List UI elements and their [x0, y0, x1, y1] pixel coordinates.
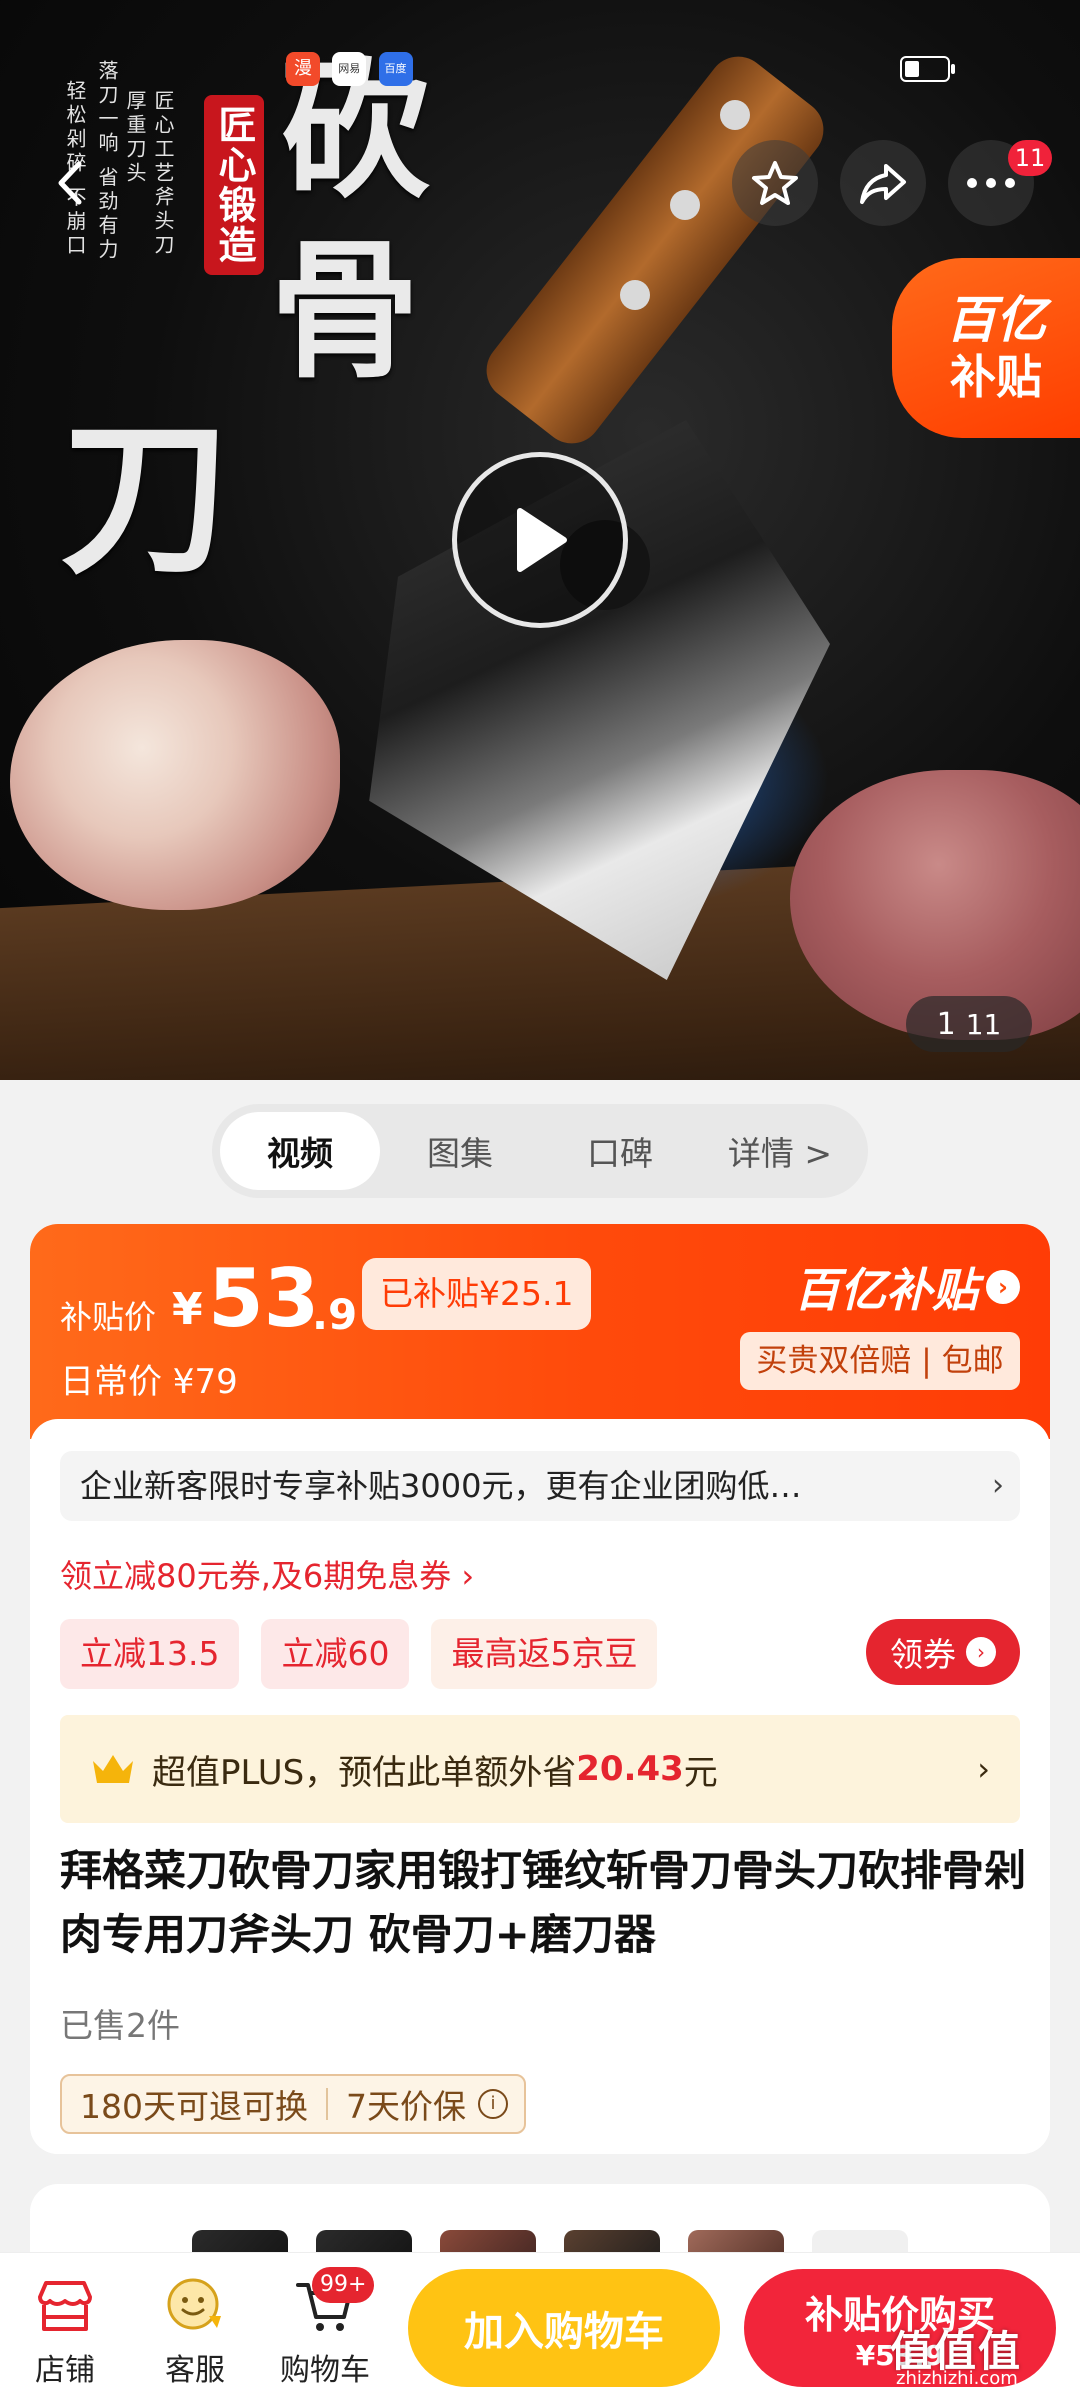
calligraphy-char: 刀	[60, 398, 231, 598]
app-notification-icon: 百度	[378, 52, 413, 86]
tab-reviews[interactable]: 口碑	[540, 1112, 700, 1190]
image-counter: 1 11	[906, 996, 1032, 1052]
get-coupon-button[interactable]: 领券 ›	[866, 1619, 1020, 1685]
price-decimal: .9	[312, 1290, 358, 1339]
service-return: 180天可退可换	[80, 2087, 308, 2126]
coupon-link[interactable]: 领立减80元券,及6期免息券 ›	[60, 1551, 474, 1597]
plus-text-suffix: 元	[683, 1752, 718, 1793]
discount-chip[interactable]: 立减60	[261, 1619, 410, 1689]
subsidy-tag-line2: 补贴	[950, 350, 1042, 404]
customer-service-label: 客服	[165, 2353, 225, 2388]
chevron-right-icon: ›	[986, 1270, 1020, 1304]
store-label: 店铺	[35, 2353, 95, 2388]
chevron-right-icon: ›	[966, 1637, 996, 1667]
back-button[interactable]	[28, 140, 114, 226]
discount-chips: 立减13.5 立减60 最高返5京豆	[60, 1619, 658, 1689]
star-icon	[752, 161, 798, 205]
sold-count: 已售2件	[60, 2006, 180, 2045]
favorite-button[interactable]	[732, 140, 818, 226]
regular-price: 日常价 ¥79	[60, 1362, 238, 1402]
product-title: 拜格菜刀砍骨刀家用锻打锤纹斩骨刀骨头刀砍排骨剁肉专用刀斧头刀 砍骨刀+磨刀器	[60, 1846, 1027, 1959]
knife-handle	[474, 44, 836, 456]
customer-service-button[interactable]: 客服	[140, 2271, 250, 2389]
meat-left	[10, 640, 340, 910]
subsidy-logo-text: 百亿补贴	[794, 1263, 978, 1317]
media-tabs: 视频 图集 口碑 详情 >	[212, 1104, 868, 1198]
discount-chip[interactable]: 立减13.5	[60, 1619, 240, 1689]
service-price-protect: 7天价保	[346, 2087, 466, 2126]
subsidy-price-label: 补贴价	[60, 1298, 157, 1336]
calligraphy-note: 厚重刀头	[123, 90, 147, 186]
chevron-right-icon: ›	[992, 1468, 1004, 1503]
add-to-cart-button[interactable]: 加入购物车	[408, 2269, 720, 2387]
product-hero-image[interactable]: 砍 骨 刀 匠心锻造 匠心工艺斧头刀 厚重刀头 落刀一响 省劲有力 轻松剁碎 不…	[0, 0, 1080, 1080]
play-icon	[517, 508, 567, 572]
plus-savings-bar[interactable]: 超值PLUS，预估此单额外省 20.43 元 ›	[60, 1715, 1020, 1823]
cart-count-badge: 99+	[312, 2267, 375, 2303]
discount-chip[interactable]: 最高返5京豆	[431, 1619, 658, 1689]
subsidy-tag[interactable]: 百亿 补贴	[892, 258, 1080, 438]
product-page: 砍 骨 刀 匠心锻造 匠心工艺斧头刀 厚重刀头 落刀一响 省劲有力 轻松剁碎 不…	[0, 0, 1080, 2400]
handle-rivet	[620, 280, 650, 310]
tab-gallery[interactable]: 图集	[380, 1112, 540, 1190]
guarantee-badge: 买贵双倍赔 | 包邮	[740, 1332, 1020, 1390]
calligraphy-note: 匠心工艺斧头刀	[151, 90, 175, 258]
image-index: 1	[936, 1006, 956, 1042]
tab-video[interactable]: 视频	[220, 1112, 380, 1190]
plus-amount: 20.43	[576, 1749, 684, 1789]
plus-text-prefix: 超值PLUS，预估此单额外省	[152, 1752, 577, 1793]
enterprise-promo-text: 企业新客限时专享补贴3000元，更有企业团购低…	[80, 1467, 802, 1505]
store-icon	[30, 2271, 100, 2341]
customer-service-icon	[160, 2271, 230, 2341]
store-button[interactable]: 店铺	[10, 2271, 120, 2389]
app-notification-icon: 网易	[332, 52, 367, 86]
subsidy-brand[interactable]: 百亿补贴 › 买贵双倍赔 | 包邮	[740, 1254, 1020, 1390]
tab-details[interactable]: 详情 >	[700, 1112, 860, 1190]
play-video-button[interactable]	[452, 452, 628, 628]
service-guarantees[interactable]: 180天可退可换 7天价保 i	[60, 2074, 526, 2134]
message-count-badge: 11	[1008, 140, 1052, 176]
subsidy-tag-line1: 百亿	[946, 291, 1046, 349]
price-card: 补贴价 ¥ 53 .9 已补贴¥25.1 日常价 ¥79 百亿补贴 › 买贵双倍…	[30, 1224, 1050, 2154]
info-icon: i	[478, 2089, 508, 2119]
calligraphy-char: 骨	[270, 223, 421, 399]
share-button[interactable]	[840, 140, 926, 226]
chevron-right-icon: ›	[977, 1750, 990, 1788]
app-notification-icon: 漫	[286, 52, 320, 86]
subsidy-logo[interactable]: 百亿补贴 ›	[740, 1254, 1020, 1320]
watermark-url: zhizhizhi.com	[896, 2368, 1018, 2389]
status-bar-left: 漫 网易 百度	[286, 52, 417, 86]
price-integer: 53	[208, 1252, 320, 1345]
more-dots-icon	[967, 178, 1015, 188]
get-coupon-label: 领券	[890, 1635, 956, 1674]
crown-icon	[93, 1755, 133, 1783]
chevron-left-icon	[58, 161, 82, 205]
handle-rivet	[670, 190, 700, 220]
share-icon	[860, 164, 906, 204]
currency-symbol: ¥	[172, 1284, 203, 1335]
enterprise-promo[interactable]: 企业新客限时专享补贴3000元，更有企业团购低… ›	[60, 1451, 1020, 1521]
image-total: 11	[965, 1007, 1002, 1041]
price-header: 补贴价 ¥ 53 .9 已补贴¥25.1 日常价 ¥79 百亿补贴 › 买贵双倍…	[30, 1224, 1050, 1439]
subsidy-amount-badge: 已补贴¥25.1	[362, 1258, 592, 1330]
seal-stamp: 匠心锻造	[204, 95, 264, 275]
battery-icon	[900, 56, 956, 89]
cart-label: 购物车	[280, 2353, 370, 2388]
handle-rivet	[720, 100, 750, 130]
price-card-body: 企业新客限时专享补贴3000元，更有企业团购低… › 领立减80元券,及6期免息…	[30, 1419, 1050, 2154]
